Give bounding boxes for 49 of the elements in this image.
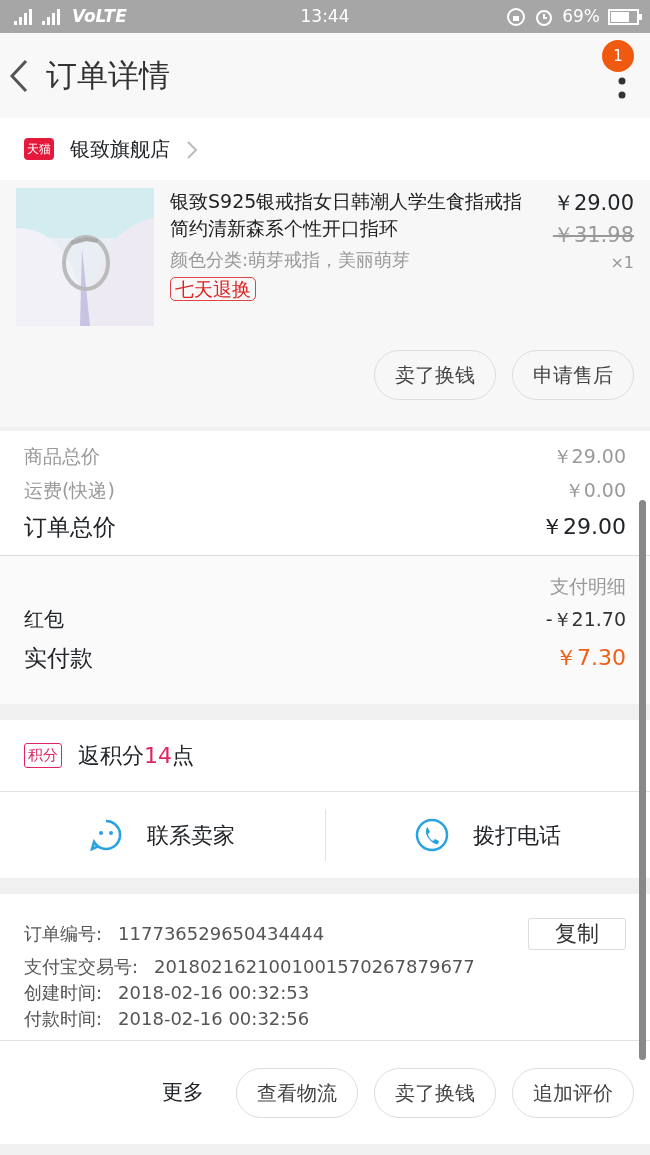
network-label: VoLTE (72, 4, 127, 28)
rotation-lock-icon (506, 6, 527, 27)
contact-seller-link[interactable]: 联系卖家 (147, 818, 236, 852)
action-button[interactable]: 申请售后 (512, 350, 634, 400)
total-label: 订单总价 (24, 513, 116, 542)
quantity: ×1 (609, 252, 634, 274)
total-value: ￥29.00 (552, 444, 626, 469)
payment-value: -￥21.70 (545, 606, 626, 632)
more-link[interactable]: 更多 (162, 1076, 204, 1109)
return-policy-tag: 七天退换 (170, 277, 256, 301)
product-variant: 颜色分类:萌芽戒指，美丽萌芽 (170, 248, 412, 272)
product-title[interactable]: 银致S925银戒指女日韩潮人学生食指戒指简约清新森系个性开口指环 (170, 188, 537, 242)
copy-button[interactable]: 复制 (528, 918, 626, 950)
product-price: ￥29.00 (552, 190, 634, 217)
total-label: 商品总价 (24, 444, 100, 469)
info-label: 付款时间: (24, 1007, 103, 1031)
total-value: ￥29.00 (541, 513, 626, 541)
action-button[interactable]: 查看物流 (236, 1067, 358, 1118)
battery-percent: 69% (562, 4, 600, 28)
info-value: 2018-02-16 00:32:53 (118, 981, 310, 1005)
back-icon[interactable] (8, 57, 30, 94)
total-value: ￥0.00 (564, 478, 626, 503)
chat-face-icon (89, 818, 124, 852)
clock: 13:44 (300, 4, 350, 28)
battery-icon (608, 8, 642, 25)
page-title: 订单详情 (46, 56, 170, 96)
phone-icon (414, 818, 449, 852)
points-badge: 积分 (24, 743, 62, 768)
total-label: 运费(快递) (24, 478, 115, 503)
info-label: 创建时间: (24, 981, 103, 1005)
chevron-icon (186, 139, 198, 160)
store-name[interactable]: 银致旗舰店 (70, 134, 170, 164)
points-text: 返积分14点 (78, 742, 194, 770)
action-button[interactable]: 卖了换钱 (374, 1067, 496, 1118)
payment-label: 红包 (24, 605, 64, 633)
payment-label: 实付款 (24, 643, 93, 673)
info-value: 2018-02-16 00:32:56 (118, 1007, 310, 1031)
store-badge: 天猫 (24, 138, 54, 160)
original-price: ￥31.98 (552, 221, 634, 249)
action-button[interactable]: 卖了换钱 (374, 350, 496, 400)
payment-detail-heading: 支付明细 (549, 574, 626, 599)
payment-value: ￥7.30 (555, 643, 626, 672)
info-value: 117736529650434444 (118, 922, 325, 946)
call-link[interactable]: 拨打电话 (472, 818, 561, 852)
action-button[interactable]: 追加评价 (512, 1067, 634, 1118)
info-label: 支付宝交易号: (24, 955, 139, 979)
notification-badge: 1 (602, 40, 634, 72)
info-label: 订单编号: (24, 922, 103, 946)
info-value: 2018021621001001570267879677 (154, 955, 475, 979)
